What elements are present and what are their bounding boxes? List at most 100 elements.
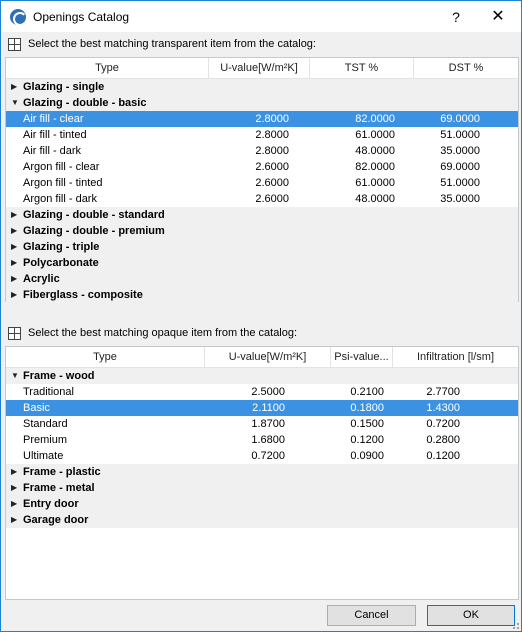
table-row[interactable]: Premium 1.6800 0.1200 0.2800 [6, 432, 518, 448]
table-cell: 2.7700 [426, 386, 460, 398]
table-row-selected[interactable]: Air fill - clear 2.8000 82.0000 69.0000 [6, 111, 518, 127]
opaque-items-table[interactable]: Type U-value[W/m²K] Psi-value... Infiltr… [5, 346, 519, 600]
table-cell: 2.8000 [255, 145, 289, 157]
close-button[interactable]: ✕ [483, 5, 513, 29]
table-cell: 2.6000 [255, 193, 289, 205]
transparent-items-table[interactable]: Type U-value[W/m²K] TST % DST % ▶ Glazing… [5, 57, 519, 303]
table-cell: Air fill - clear [23, 113, 84, 125]
opaque-section-header: Select the best matching opaque item fro… [8, 325, 518, 343]
table-cell: Argon fill - dark [23, 193, 97, 205]
table-cell: 2.6000 [255, 177, 289, 189]
table-cell: 2.1100 [252, 402, 285, 414]
group-label: Polycarbonate [23, 257, 99, 269]
table-row[interactable]: Argon fill - clear 2.6000 82.0000 69.0000 [6, 159, 518, 175]
collapsed-triangle-icon[interactable]: ▶ [11, 496, 19, 512]
table-cell: 35.0000 [440, 145, 480, 157]
group-label: Glazing - double - standard [23, 209, 165, 221]
table-cell: 0.0900 [350, 450, 384, 462]
transparent-section-header: Select the best matching transparent ite… [8, 36, 518, 54]
column-header-psi-value[interactable]: Psi-value... [331, 347, 393, 367]
tree-group-row[interactable]: ▶ Frame - metal [6, 480, 518, 496]
opaque-table-header: Type U-value[W/m²K] Psi-value... Infiltr… [6, 347, 518, 368]
collapsed-triangle-icon[interactable]: ▶ [11, 223, 19, 239]
collapsed-triangle-icon[interactable]: ▶ [11, 255, 19, 271]
group-label: Glazing - single [23, 81, 105, 93]
expanded-triangle-icon[interactable]: ▼ [11, 95, 19, 111]
tree-group-row[interactable]: ▶ Entry door [6, 496, 518, 512]
group-label: Fiberglass - composite [23, 289, 143, 301]
transparent-table-header: Type U-value[W/m²K] TST % DST % [6, 58, 518, 79]
tree-group-row[interactable]: ▶ Polycarbonate [6, 255, 518, 271]
collapsed-triangle-icon[interactable]: ▶ [11, 207, 19, 223]
table-row[interactable]: Air fill - tinted 2.8000 61.0000 51.0000 [6, 127, 518, 143]
grid-icon [8, 327, 21, 340]
collapsed-triangle-icon[interactable]: ▶ [11, 79, 19, 95]
transparent-heading: Select the best matching transparent ite… [28, 38, 316, 50]
table-cell: 51.0000 [440, 177, 480, 189]
tree-group-row[interactable]: ▶ Fiberglass - composite [6, 287, 518, 303]
collapsed-triangle-icon[interactable]: ▶ [11, 480, 19, 496]
help-button[interactable]: ? [441, 5, 471, 29]
tree-group-row[interactable]: ▼ Glazing - double - basic [6, 95, 518, 111]
cancel-button[interactable]: Cancel [327, 605, 416, 626]
collapsed-triangle-icon[interactable]: ▶ [11, 512, 19, 528]
table-row[interactable]: Standard 1.8700 0.1500 0.7200 [6, 416, 518, 432]
table-row[interactable]: Traditional 2.5000 0.2100 2.7700 [6, 384, 518, 400]
table-cell: 61.0000 [355, 177, 395, 189]
collapsed-triangle-icon[interactable]: ▶ [11, 464, 19, 480]
collapsed-triangle-icon[interactable]: ▶ [11, 239, 19, 255]
table-cell: Argon fill - tinted [23, 177, 103, 189]
table-cell: Premium [23, 434, 68, 446]
tree-group-row[interactable]: ▶ Acrylic [6, 271, 518, 287]
column-header-infiltration[interactable]: Infiltration [l/sm] [393, 347, 518, 367]
tree-group-row[interactable]: ▶ Glazing - single [6, 79, 518, 95]
tree-group-row[interactable]: ▶ Glazing - triple [6, 239, 518, 255]
table-cell: 69.0000 [440, 113, 480, 125]
table-cell: Ultimate [23, 450, 64, 462]
app-icon [10, 9, 27, 26]
table-cell: 0.1800 [350, 402, 384, 414]
table-row[interactable]: Argon fill - dark 2.6000 48.0000 35.0000 [6, 191, 518, 207]
table-cell: 2.8000 [255, 113, 289, 125]
table-cell: 1.4300 [426, 402, 460, 414]
table-cell: Argon fill - clear [23, 161, 100, 173]
table-cell: Air fill - tinted [23, 129, 87, 141]
tree-group-row[interactable]: ▼ Frame - wood [6, 368, 518, 384]
collapsed-triangle-icon[interactable]: ▶ [11, 271, 19, 287]
tree-group-row[interactable]: ▶ Glazing - double - premium [6, 223, 518, 239]
group-label: Glazing - double - premium [23, 225, 165, 237]
group-label: Frame - wood [23, 370, 95, 382]
table-row-selected[interactable]: Basic 2.1100 0.1800 1.4300 [6, 400, 518, 416]
expanded-triangle-icon[interactable]: ▼ [11, 368, 19, 384]
tree-group-row[interactable]: ▶ Garage door [6, 512, 518, 528]
table-cell: 0.2100 [350, 386, 384, 398]
table-cell: 0.7200 [426, 418, 460, 430]
resize-grip[interactable] [509, 619, 519, 629]
group-label: Glazing - double - basic [23, 97, 147, 109]
table-row[interactable]: Argon fill - tinted 2.6000 61.0000 51.0000 [6, 175, 518, 191]
collapsed-triangle-icon[interactable]: ▶ [11, 287, 19, 303]
opaque-table-body: ▼ Frame - wood Traditional 2.5000 0.2100 2.77… [6, 368, 518, 528]
column-header-type[interactable]: Type [6, 347, 205, 367]
transparent-table-body: ▶ Glazing - single ▼ Glazing - double - bas… [6, 79, 518, 303]
tree-group-row[interactable]: ▶ Glazing - double - standard [6, 207, 518, 223]
table-cell: 48.0000 [355, 193, 395, 205]
tree-group-row[interactable]: ▶ Frame - plastic [6, 464, 518, 480]
column-header-u-value[interactable]: U-value[W/m²K] [209, 58, 310, 78]
table-cell: 51.0000 [440, 129, 480, 141]
window-title: Openings Catalog [33, 10, 130, 24]
group-label: Garage door [23, 514, 89, 526]
table-row[interactable]: Air fill - dark 2.8000 48.0000 35.0000 [6, 143, 518, 159]
table-cell: 2.8000 [255, 129, 289, 141]
group-label: Frame - plastic [23, 466, 101, 478]
column-header-u-value[interactable]: U-value[W/m²K] [205, 347, 331, 367]
table-cell: 1.6800 [251, 434, 285, 446]
table-row[interactable]: Ultimate 0.7200 0.0900 0.1200 [6, 448, 518, 464]
ok-button[interactable]: OK [427, 605, 515, 626]
table-cell: Air fill - dark [23, 145, 82, 157]
column-header-type[interactable]: Type [6, 58, 209, 78]
column-header-tst[interactable]: TST % [310, 58, 414, 78]
column-header-dst[interactable]: DST % [414, 58, 518, 78]
group-label: Glazing - triple [23, 241, 100, 253]
table-cell: 69.0000 [440, 161, 480, 173]
